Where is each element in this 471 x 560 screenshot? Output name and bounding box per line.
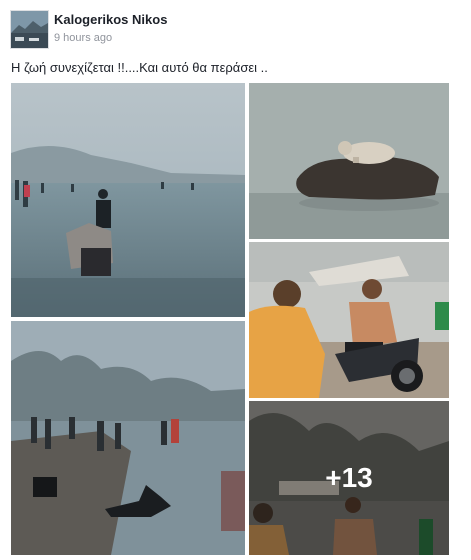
beach-people-in-water-image [11,83,245,317]
men-on-motorbike-image [249,242,449,398]
author-name[interactable]: Kalogerikos Nikos [54,12,167,27]
avatar-image [11,11,48,48]
post-text: Η ζωή συνεχίζεται !!....Και αυτό θα περά… [11,60,268,75]
photo-1[interactable] [11,83,245,317]
photo-2[interactable] [249,83,449,239]
post-header: Kalogerikos Nikos 9 hours ago [10,10,450,50]
author-avatar[interactable] [10,10,49,49]
more-photos-overlay[interactable]: +13 [249,401,449,555]
photo-5-more[interactable]: +13 [249,401,449,555]
dog-on-rock-image [249,83,449,239]
photo-3[interactable] [249,242,449,398]
photo-4[interactable] [11,321,245,555]
post-timestamp[interactable]: 9 hours ago [54,32,112,44]
more-photos-count: +13 [325,462,373,493]
shore-smoke-crowd-image [11,321,245,555]
